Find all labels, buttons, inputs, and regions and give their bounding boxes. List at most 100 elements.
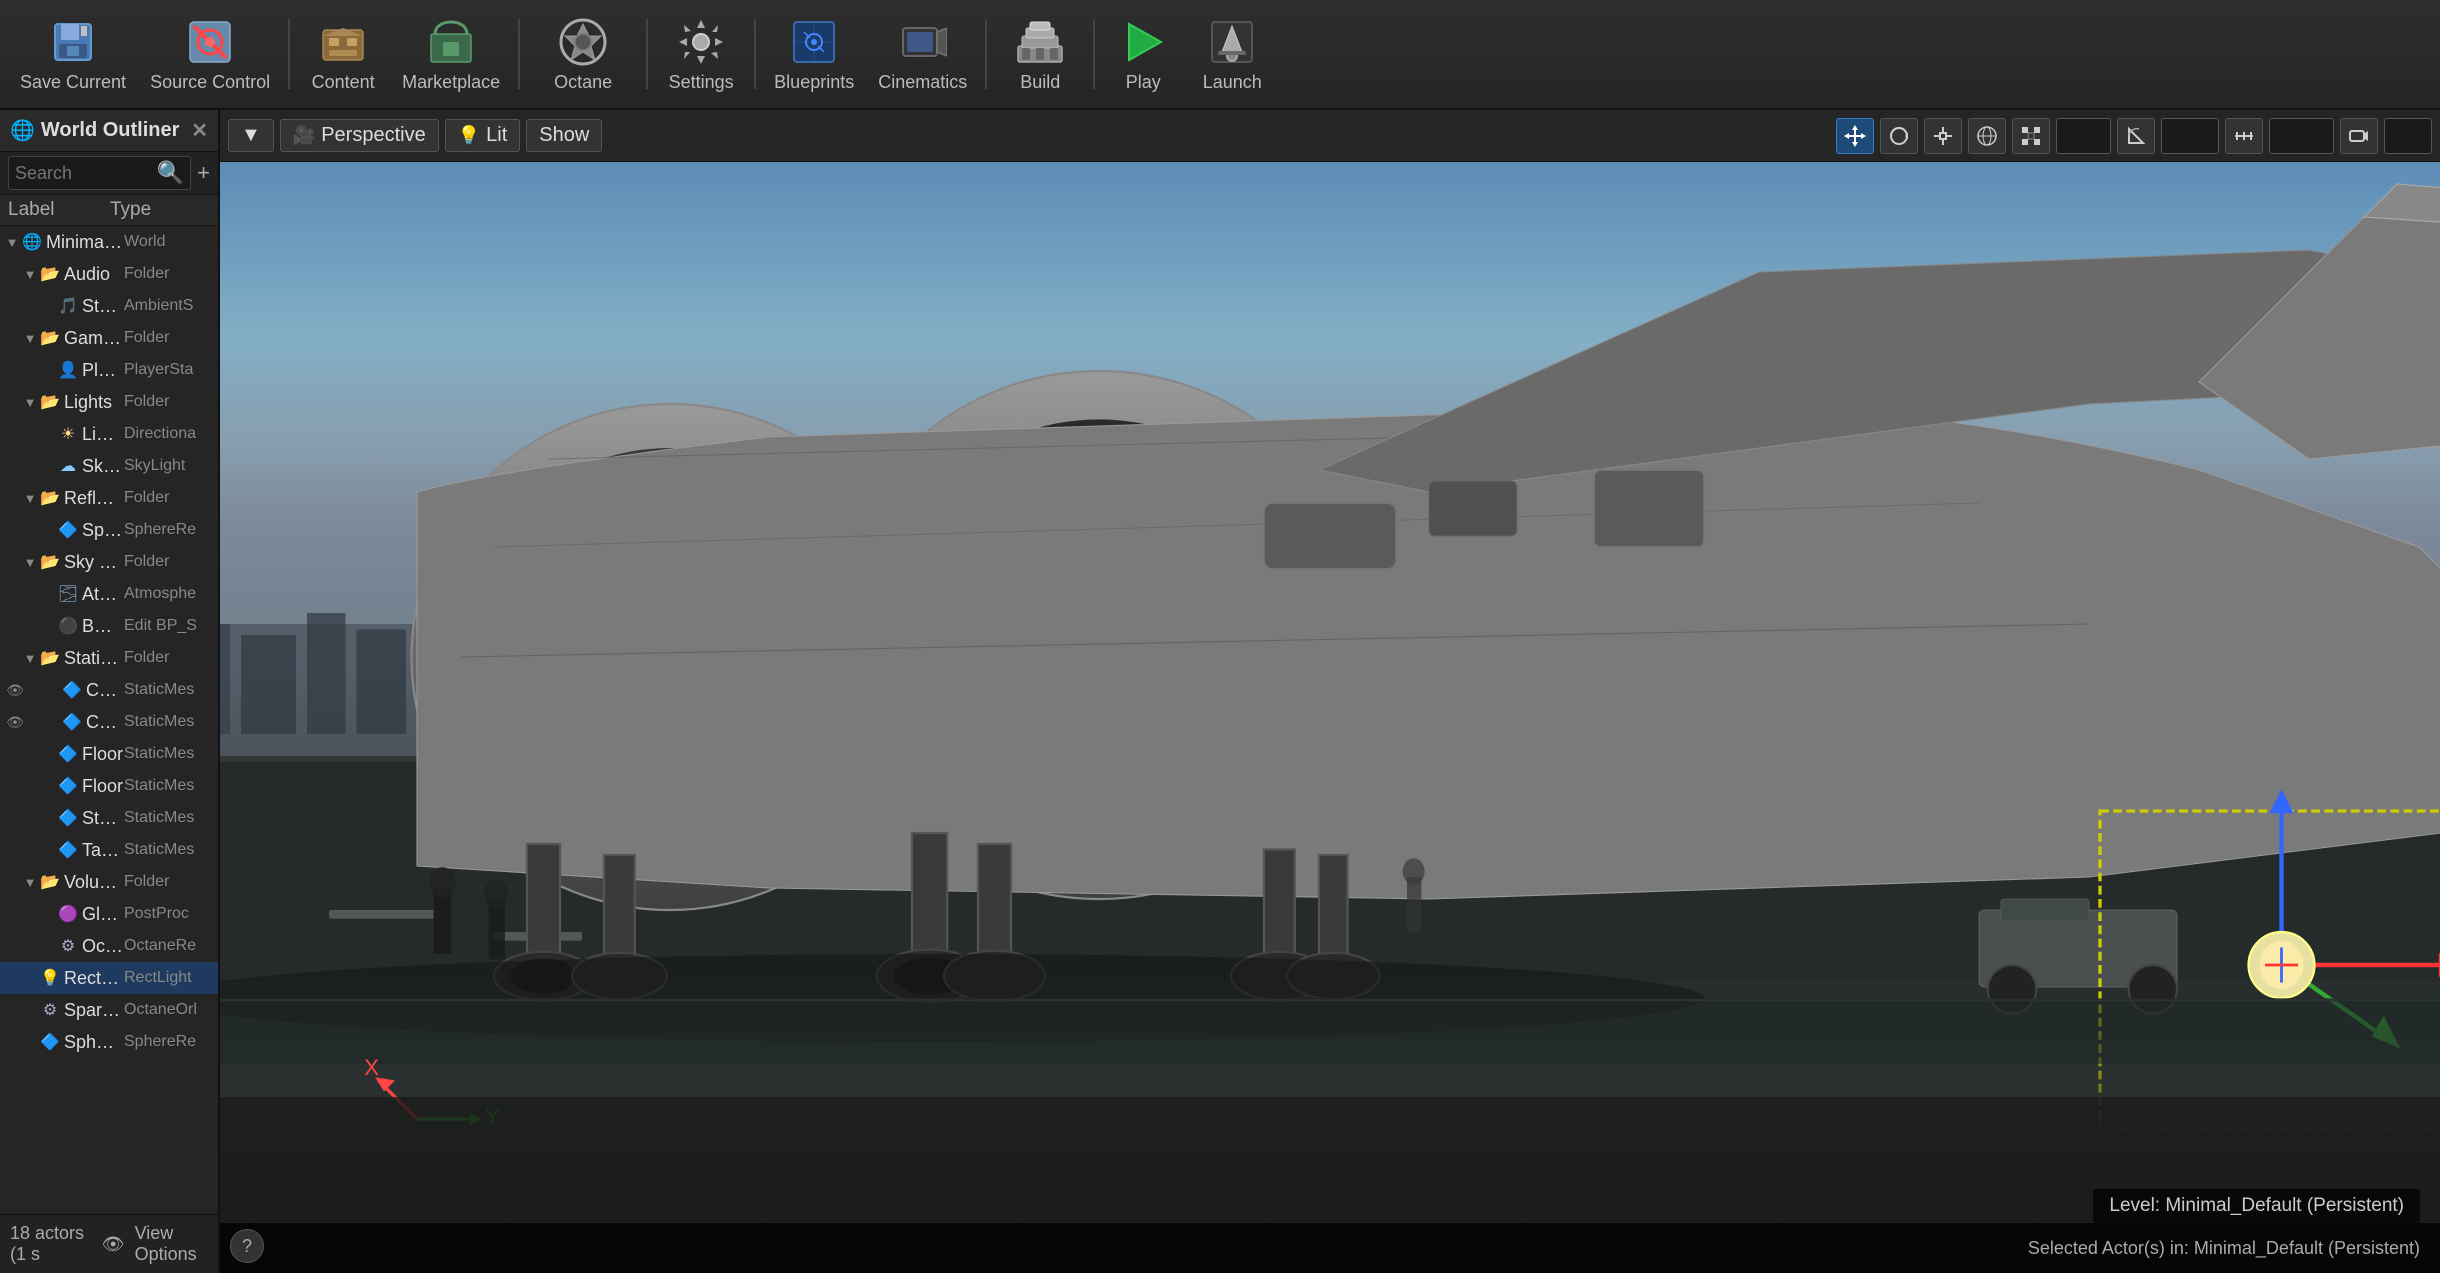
- sound-icon: 🎵: [56, 296, 80, 316]
- launch-label: Launch: [1203, 72, 1262, 93]
- fold-arrow: ▼: [4, 235, 20, 250]
- outliner-item-volumes[interactable]: ▼ 📂 Volumes Folder: [0, 866, 218, 898]
- save-current-button[interactable]: Save Current: [10, 7, 136, 102]
- rotate-tool-btn[interactable]: [1880, 118, 1918, 154]
- post-icon: 🟣: [56, 904, 80, 924]
- marketplace-button[interactable]: Marketplace: [392, 7, 510, 102]
- outliner-item-sphere-reflex[interactable]: ▶ 🔷 SphereRefles SphereRe: [0, 514, 218, 546]
- item-type: Atmosphe: [124, 585, 214, 603]
- outliner-item-light-source[interactable]: ▶ ☀ Light Source Directiona: [0, 418, 218, 450]
- blueprints-label: Blueprints: [774, 72, 854, 93]
- grid-snap-value[interactable]: 10: [2056, 118, 2111, 154]
- outliner-item-skylight[interactable]: ▶ ☁ SkyLight SkyLight: [0, 450, 218, 482]
- mesh-icon: 🔷: [56, 808, 80, 828]
- perspective-btn[interactable]: 🎥 Perspective: [280, 119, 439, 152]
- lit-btn[interactable]: 💡 Lit: [445, 119, 521, 152]
- source-control-button[interactable]: Source Control: [140, 7, 280, 102]
- view-options-btn[interactable]: View Options: [135, 1223, 208, 1265]
- search-container[interactable]: 🔍: [8, 156, 191, 190]
- outliner-item-rect-light[interactable]: ▶ 💡 RectLight RectLight: [0, 962, 218, 994]
- outliner-item-chair1[interactable]: 👁 ▶ 🔷 Chair StaticMes: [0, 674, 218, 706]
- search-input[interactable]: [15, 163, 157, 184]
- settings-button[interactable]: Settings: [656, 7, 746, 102]
- build-button[interactable]: Build: [995, 7, 1085, 102]
- lit-label: Lit: [486, 124, 507, 147]
- content-label: Content: [312, 72, 375, 93]
- outliner-item-statue[interactable]: ▶ 🔷 Statue StaticMes: [0, 802, 218, 834]
- angle-snap-btn[interactable]: [2117, 118, 2155, 154]
- scale-snap-value[interactable]: 0.25: [2269, 118, 2334, 154]
- outliner-item-global-post[interactable]: ▶ 🟣 GlobalPostP PostProc: [0, 898, 218, 930]
- outliner-item-bp-sky[interactable]: ▶ ⚫ BP_Sky_Sph Edit BP_S: [0, 610, 218, 642]
- viewport-3d[interactable]: Y X Level: Minimal_Default (Persistent) …: [220, 162, 2440, 1273]
- outliner-item-starter-back[interactable]: ▶ 🎵 Starter_Back AmbientS: [0, 290, 218, 322]
- scale-tool-btn[interactable]: [1924, 118, 1962, 154]
- mesh-icon: 🔷: [56, 840, 80, 860]
- item-name: Sky and Fog: [64, 552, 124, 573]
- outliner-item-octane-render[interactable]: ▶ ⚙ OctaneRender OctaneRe: [0, 930, 218, 962]
- octane-button[interactable]: Octane: [528, 7, 638, 102]
- outliner-item-spartan-cloud[interactable]: ▶ ⚙ Spartan_Clou OctaneOrl: [0, 994, 218, 1026]
- outliner-item-gameplay[interactable]: ▼ 📂 GamePlayActo Folder: [0, 322, 218, 354]
- scale-snap-btn[interactable]: [2225, 118, 2263, 154]
- item-name: Lights: [64, 392, 124, 413]
- show-btn[interactable]: Show: [526, 119, 602, 152]
- item-type: StaticMes: [124, 777, 214, 795]
- fold-arrow: ▼: [22, 555, 38, 570]
- item-type: World: [124, 233, 214, 251]
- outliner-item-chair2[interactable]: 👁 ▶ 🔷 Chair StaticMes: [0, 706, 218, 738]
- eye-icon[interactable]: 👁: [4, 682, 26, 699]
- outliner-item-lights[interactable]: ▼ 📂 Lights Folder: [0, 386, 218, 418]
- item-name: SphereRefles: [82, 520, 124, 541]
- fold-arrow: ▼: [22, 875, 38, 890]
- viewport-right-tools: 10 10° 0.25: [1836, 118, 2432, 154]
- outliner-item-atmospheric[interactable]: ▶ 🌫 Atmospheric Atmosphe: [0, 578, 218, 610]
- launch-button[interactable]: Launch: [1187, 7, 1277, 102]
- eye-icon[interactable]: 👁: [4, 714, 26, 731]
- selected-actor-text: Selected Actor(s) in: Minimal_Default (P…: [2028, 1238, 2420, 1259]
- play-button[interactable]: Play: [1103, 7, 1183, 102]
- translate-tool-btn[interactable]: [1836, 118, 1874, 154]
- outliner-item-sky-fog[interactable]: ▼ 📂 Sky and Fog Folder: [0, 546, 218, 578]
- outliner-item-player-start[interactable]: ▶ 👤 Player Start PlayerSta: [0, 354, 218, 386]
- outliner-item-reflection-cap[interactable]: ▼ 📂 ReflectionCap Folder: [0, 482, 218, 514]
- reflect-icon: 🔷: [38, 1032, 62, 1052]
- item-type: Folder: [124, 649, 214, 667]
- save-current-label: Save Current: [20, 72, 126, 93]
- mesh-icon: 🔷: [60, 680, 84, 700]
- folder-icon: 📂: [38, 328, 62, 348]
- viewport-dropdown-btn[interactable]: ▼: [228, 119, 274, 152]
- add-actor-btn[interactable]: +: [197, 160, 210, 186]
- outliner-item-static-meshes[interactable]: ▼ 📂 StaticMeshes Folder: [0, 642, 218, 674]
- cinematics-button[interactable]: Cinematics: [868, 7, 977, 102]
- outliner-item-sphere-reflect[interactable]: ▶ 🔷 SphereReflexi SphereRe: [0, 1026, 218, 1058]
- item-name: Audio: [64, 264, 124, 285]
- lit-icon: 💡: [458, 125, 480, 146]
- item-name: Spartan_Clou: [64, 1000, 124, 1021]
- world-local-btn[interactable]: [1968, 118, 2006, 154]
- content-button[interactable]: Content: [298, 7, 388, 102]
- camera-icon-btn[interactable]: [2340, 118, 2378, 154]
- help-button[interactable]: ?: [230, 1229, 264, 1263]
- grid-snap-btn[interactable]: [2012, 118, 2050, 154]
- outliner-item-floor2[interactable]: ▶ 🔷 Floor StaticMes: [0, 770, 218, 802]
- search-icon: 🔍: [157, 160, 184, 186]
- item-type: AmbientS: [124, 297, 214, 315]
- outliner-item-audio[interactable]: ▼ 📂 Audio Folder: [0, 258, 218, 290]
- eye-footer-icon: 👁: [102, 1234, 125, 1255]
- octane-icon: ⚙: [56, 936, 80, 956]
- item-name: Minimal_Default: [46, 232, 124, 253]
- bp-icon: ⚫: [56, 616, 80, 636]
- outliner-item-floor1[interactable]: ▶ 🔷 Floor StaticMes: [0, 738, 218, 770]
- outliner-item-minimal-default[interactable]: ▼ 🌐 Minimal_Default World: [0, 226, 218, 258]
- world-outliner-icon: 🌐: [10, 118, 35, 143]
- angle-snap-value[interactable]: 10°: [2161, 118, 2219, 154]
- atmo-icon: 🌫: [56, 584, 80, 604]
- save-icon: [47, 16, 99, 68]
- camera-speed-value[interactable]: 4: [2384, 118, 2432, 154]
- blueprints-button[interactable]: Blueprints: [764, 7, 864, 102]
- outliner-item-table[interactable]: ▶ 🔷 Table StaticMes: [0, 834, 218, 866]
- item-name: StaticMeshes: [64, 648, 124, 669]
- sidebar-close-btn[interactable]: ✕: [191, 118, 208, 143]
- item-type: Folder: [124, 873, 214, 891]
